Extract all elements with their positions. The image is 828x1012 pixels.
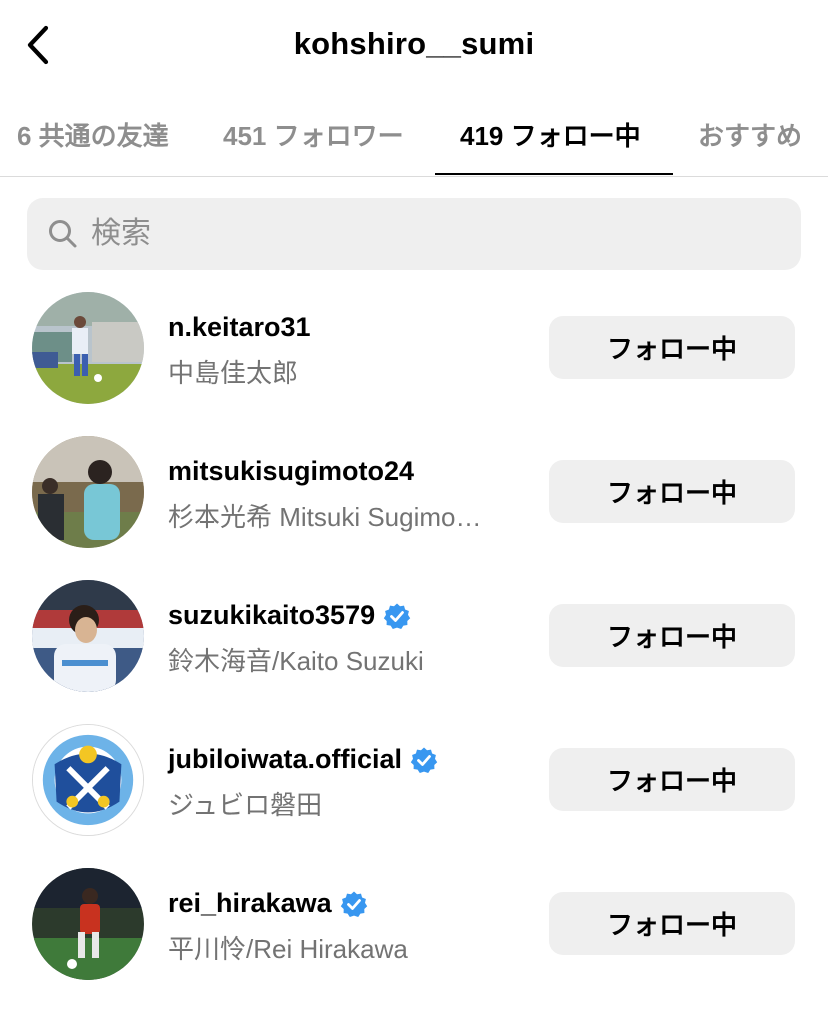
verified-badge-icon (383, 603, 411, 629)
top-bar: kohshiro__sumi (0, 0, 828, 92)
avatar[interactable] (32, 868, 144, 980)
username-link[interactable]: mitsukisugimoto24 (168, 456, 414, 487)
verified-badge-icon (340, 891, 367, 917)
list-item: jubiloiwata.official ジュビロ磐田 フォロー中 (0, 724, 828, 868)
username: suzukikaito3579 (168, 600, 376, 630)
following-button[interactable]: フォロー中 (549, 604, 795, 667)
avatar[interactable] (32, 724, 144, 836)
username-link[interactable]: suzukikaito3579 (168, 600, 411, 631)
tab-suggested[interactable]: おすすめ (698, 116, 802, 153)
username: rei_hirakawa (168, 888, 332, 918)
avatar[interactable] (32, 292, 144, 404)
verified-badge-icon (410, 747, 438, 773)
username: jubiloiwata.official (168, 744, 403, 774)
full-name: 中島佳太郎 (168, 358, 299, 388)
active-tab-indicator (435, 173, 673, 175)
tab-bar: 6 共通の友達 451 フォロワー 419 フォロー中 おすすめ (0, 100, 828, 177)
list-item: rei_hirakawa 平川怜/Rei Hirakawa フォロー中 (0, 868, 828, 1012)
page-title: kohshiro__sumi (293, 26, 535, 61)
following-button[interactable]: フォロー中 (549, 460, 795, 523)
tab-following[interactable]: 419 フォロー中 (460, 116, 641, 153)
full-name: ジュビロ磐田 (168, 790, 323, 820)
search-bar[interactable] (27, 198, 801, 270)
tab-mutual-friends[interactable]: 6 共通の友達 (17, 116, 169, 153)
list-item: mitsukisugimoto24 杉本光希 Mitsuki Sugimo… フ… (0, 436, 828, 580)
tab-followers[interactable]: 451 フォロワー (223, 116, 404, 153)
following-button[interactable]: フォロー中 (549, 892, 795, 955)
full-name: 平川怜/Rei Hirakawa (168, 934, 408, 964)
username-link[interactable]: jubiloiwata.official (168, 744, 438, 775)
full-name: 鈴木海音/Kaito Suzuki (168, 646, 424, 676)
avatar[interactable] (32, 580, 144, 692)
username-link[interactable]: rei_hirakawa (168, 888, 368, 919)
search-icon (49, 220, 77, 248)
list-item: suzukikaito3579 鈴木海音/Kaito Suzuki フォロー中 (0, 580, 828, 724)
full-name: 杉本光希 Mitsuki Sugimo… (168, 502, 482, 532)
avatar[interactable] (32, 436, 144, 548)
list-item: n.keitaro31 中島佳太郎 フォロー中 (0, 292, 828, 436)
search-input[interactable] (91, 198, 771, 270)
following-button[interactable]: フォロー中 (549, 748, 795, 811)
following-button[interactable]: フォロー中 (549, 316, 795, 379)
username: mitsukisugimoto24 (168, 456, 415, 486)
username-link[interactable]: n.keitaro31 (168, 312, 311, 343)
username: n.keitaro31 (168, 312, 311, 342)
